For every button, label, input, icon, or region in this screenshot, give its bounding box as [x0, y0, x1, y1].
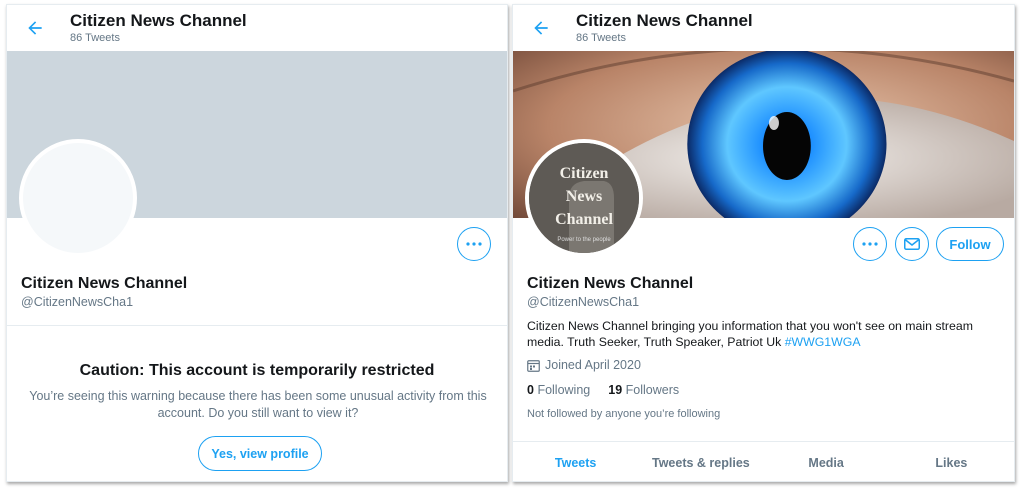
back-arrow-icon[interactable] [531, 18, 551, 38]
tab-likes[interactable]: Likes [889, 442, 1014, 481]
back-arrow-icon[interactable] [25, 18, 45, 38]
avatar-logo: Citizen News Channel Power to the people [529, 143, 639, 253]
avatar-text-line2: News [566, 188, 602, 205]
avatar-text-line3: Channel [555, 211, 613, 228]
message-button[interactable] [895, 227, 929, 261]
full-profile-panel: Citizen News Channel 86 Tweets Citizen N… [512, 4, 1015, 482]
followers-label: Followers [625, 383, 680, 397]
following-label: Following [537, 383, 591, 397]
followers-link[interactable]: 19 Followers [608, 383, 679, 397]
avatar-tagline: Power to the people [557, 237, 611, 243]
follow-counts: 0 Following 19 Followers [527, 383, 679, 397]
tab-tweets[interactable]: Tweets [513, 442, 638, 481]
more-icon [466, 242, 482, 246]
profile-header: Citizen News Channel 86 Tweets [513, 5, 1014, 51]
avatar-placeholder [19, 139, 137, 257]
message-icon [904, 238, 920, 250]
following-count: 0 [527, 383, 534, 397]
not-followed-note: Not followed by anyone you’re following [527, 408, 721, 420]
tweet-count: 86 Tweets [70, 32, 120, 44]
followers-count: 19 [608, 383, 623, 397]
following-link[interactable]: 0 Following [527, 383, 590, 397]
joined-date: Joined April 2020 [527, 358, 641, 372]
view-profile-button[interactable]: Yes, view profile [198, 436, 322, 471]
header-title: Citizen News Channel [70, 11, 247, 30]
profile-name: Citizen News Channel [21, 275, 188, 292]
caution-text: You’re seeing this warning because there… [29, 389, 487, 420]
profile-bio: Citizen News Channel bringing you inform… [527, 318, 1007, 350]
divider [7, 325, 507, 326]
tweet-count: 86 Tweets [576, 32, 626, 44]
follow-button[interactable]: Follow [936, 227, 1004, 261]
profile-handle: @CitizenNewsCha1 [21, 295, 134, 309]
bio-text: Citizen News Channel bringing you inform… [527, 319, 973, 349]
joined-text: Joined April 2020 [545, 358, 641, 372]
caution-title: Caution: This account is temporarily res… [79, 362, 435, 379]
avatar-text-line1: Citizen [560, 165, 609, 182]
avatar[interactable]: Citizen News Channel Power to the people [525, 139, 643, 257]
profile-handle: @CitizenNewsCha1 [527, 295, 640, 309]
bio-hashtag-link[interactable]: #WWG1WGA [785, 335, 861, 349]
more-icon [862, 242, 878, 246]
more-button[interactable] [457, 227, 491, 261]
calendar-icon [527, 359, 540, 372]
header-title: Citizen News Channel [576, 11, 753, 30]
more-button[interactable] [853, 227, 887, 261]
tab-media[interactable]: Media [764, 442, 889, 481]
restricted-profile-panel: Citizen News Channel 86 Tweets Citizen N… [6, 4, 508, 482]
tab-tweets-replies[interactable]: Tweets & replies [638, 442, 763, 481]
profile-name: Citizen News Channel [527, 275, 694, 292]
profile-tabs: Tweets Tweets & replies Media Likes [513, 441, 1014, 481]
profile-header: Citizen News Channel 86 Tweets [7, 5, 507, 51]
